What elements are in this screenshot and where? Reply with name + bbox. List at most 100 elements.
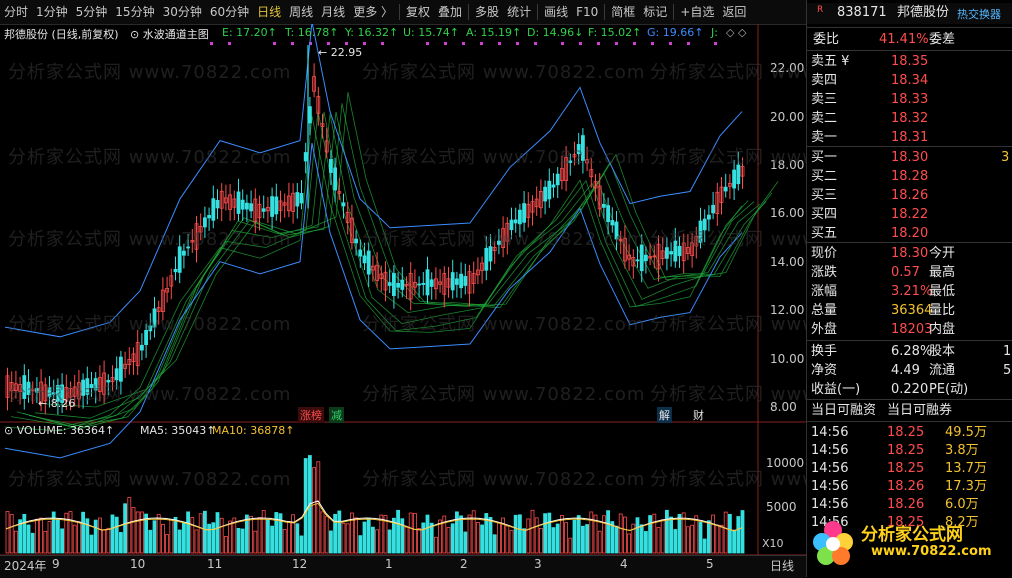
signal-dot bbox=[363, 42, 366, 45]
volume-bar bbox=[589, 511, 594, 554]
toolbar-item-10[interactable]: 复权 bbox=[402, 0, 434, 24]
fund-value: 0.220 bbox=[891, 382, 929, 397]
toolbar-item-14[interactable]: 画线 bbox=[540, 0, 572, 24]
wave-ribbon bbox=[34, 103, 773, 419]
volume-ma5: MA5: 35043↑ bbox=[140, 424, 216, 437]
volume-bar bbox=[702, 538, 707, 554]
quote-label: 外盘 bbox=[811, 322, 838, 337]
quote-label: 总量 bbox=[811, 303, 838, 318]
ask-row: 卖四 18.34 bbox=[807, 71, 1012, 90]
volume-bar bbox=[555, 523, 560, 554]
wave-ribbon bbox=[4, 116, 743, 432]
volume-bar bbox=[530, 509, 535, 554]
toolbar-item-5[interactable]: 60分钟 bbox=[206, 0, 253, 24]
signal-dot bbox=[633, 42, 636, 45]
quote-value: 3.21% bbox=[891, 284, 933, 299]
jie-marker[interactable]: 解 bbox=[657, 407, 672, 423]
toolbar-item-15[interactable]: F10 bbox=[572, 0, 602, 24]
volume-bar bbox=[56, 518, 60, 554]
toolbar-item-16[interactable]: 简框 bbox=[607, 0, 639, 24]
candle-body bbox=[644, 254, 648, 262]
candle-body bbox=[669, 251, 673, 255]
zhangbang-marker[interactable]: 涨榜 bbox=[298, 407, 324, 423]
quote-row: 涨幅 3.21% 最低 bbox=[807, 282, 1012, 301]
jian-marker[interactable]: 减 bbox=[329, 407, 344, 423]
diamond-icon[interactable]: ◇ ◇ bbox=[726, 26, 746, 39]
toolbar-item-9[interactable]: 更多 〉 bbox=[349, 0, 397, 24]
quote-label: 涨幅 bbox=[811, 284, 838, 299]
toolbar-item-8[interactable]: 月线 bbox=[317, 0, 349, 24]
quote-value: 36364 bbox=[891, 303, 933, 318]
quote-value: 18.30 bbox=[891, 246, 929, 261]
switch-link[interactable]: 热交换器 bbox=[957, 5, 1001, 24]
toolbar-item-2[interactable]: 5分钟 bbox=[72, 0, 112, 24]
candle-body bbox=[702, 218, 707, 231]
volume-bar bbox=[450, 523, 455, 554]
signal-dot bbox=[714, 42, 717, 45]
line-a-value: A: 15.19↑ bbox=[466, 26, 522, 39]
candle-body bbox=[551, 184, 556, 188]
volume-bar bbox=[131, 507, 136, 554]
volume-bar bbox=[467, 514, 472, 554]
fund-row: 换手 6.28% 股本 1 bbox=[807, 342, 1012, 361]
volume-bar bbox=[404, 526, 409, 554]
volume-bar bbox=[39, 517, 43, 554]
rzrq-financing[interactable]: 当日可融资 bbox=[811, 401, 876, 420]
volume-bar bbox=[60, 528, 64, 554]
signal-dot bbox=[669, 42, 672, 45]
line-u-value: U: 15.74↑ bbox=[403, 26, 459, 39]
volume-bar bbox=[81, 511, 85, 554]
bid-label: 买四 bbox=[811, 207, 838, 222]
toolbar-item-13[interactable]: 统计 bbox=[503, 0, 535, 24]
toolbar-item-3[interactable]: 15分钟 bbox=[111, 0, 158, 24]
volume-bar bbox=[370, 526, 375, 554]
quote-label-2: 内盘 bbox=[929, 322, 956, 337]
volume-bar bbox=[547, 512, 552, 554]
tick-price: 18.25 bbox=[887, 461, 925, 476]
volume-bar bbox=[43, 530, 48, 554]
period-label[interactable]: 日线 bbox=[770, 557, 794, 574]
quote-label-2: 量比 bbox=[929, 303, 956, 318]
candle-body bbox=[307, 106, 312, 124]
toolbar-item-0[interactable]: 分时 bbox=[0, 0, 32, 24]
candle-body bbox=[207, 215, 212, 219]
volume-bar bbox=[534, 517, 539, 554]
toolbar-item-18[interactable]: +自选 bbox=[676, 0, 718, 24]
line-t-value: T: 16.78↑ bbox=[285, 26, 339, 39]
candle-body bbox=[177, 246, 182, 273]
stock-label: 邦德股份 (日线,前复权) bbox=[4, 28, 119, 41]
volume-tick: 5000 bbox=[766, 500, 797, 514]
volume-bar bbox=[106, 527, 111, 554]
indicator-dropdown[interactable]: ⊙ 水波通道主图 bbox=[130, 26, 209, 42]
toolbar-item-1[interactable]: 1分钟 bbox=[32, 0, 72, 24]
volume-value: VOLUME: 36364↑ bbox=[16, 424, 115, 437]
signal-dot bbox=[615, 42, 618, 45]
price-chart[interactable] bbox=[0, 24, 806, 577]
toolbar-item-11[interactable]: 叠加 bbox=[434, 0, 466, 24]
candle-body bbox=[186, 246, 191, 249]
toolbar-item-19[interactable]: 返回 bbox=[718, 0, 750, 24]
volume-bar bbox=[408, 512, 413, 554]
weibi-row: 委比 41.41% 委差 bbox=[807, 30, 1012, 49]
price-tick: 18.00 bbox=[770, 158, 805, 172]
toolbar-item-12[interactable]: 多股 bbox=[471, 0, 503, 24]
tick-time: 14:56 bbox=[811, 461, 849, 476]
signal-dot bbox=[291, 42, 294, 45]
toolbar-item-17[interactable]: 标记 bbox=[639, 0, 671, 24]
volume-bar bbox=[68, 511, 73, 554]
quote-label-2: 最高 bbox=[929, 265, 956, 280]
toolbar-item-7[interactable]: 周线 bbox=[285, 0, 317, 24]
rzrq-lending[interactable]: 当日可融券 bbox=[887, 401, 952, 420]
volume-bar bbox=[320, 511, 325, 554]
candle-body bbox=[429, 279, 434, 287]
ask-label: 卖一 bbox=[811, 130, 838, 145]
volume-bar bbox=[551, 527, 556, 554]
toolbar-item-6[interactable]: 日线 bbox=[253, 0, 285, 24]
volume-bar bbox=[454, 511, 459, 554]
volume-bar bbox=[471, 510, 476, 554]
volume-bar bbox=[425, 514, 430, 554]
volume-bar bbox=[387, 529, 392, 554]
volume-bar bbox=[282, 528, 287, 554]
cai-marker[interactable]: 财 bbox=[691, 407, 706, 423]
toolbar-item-4[interactable]: 30分钟 bbox=[159, 0, 206, 24]
